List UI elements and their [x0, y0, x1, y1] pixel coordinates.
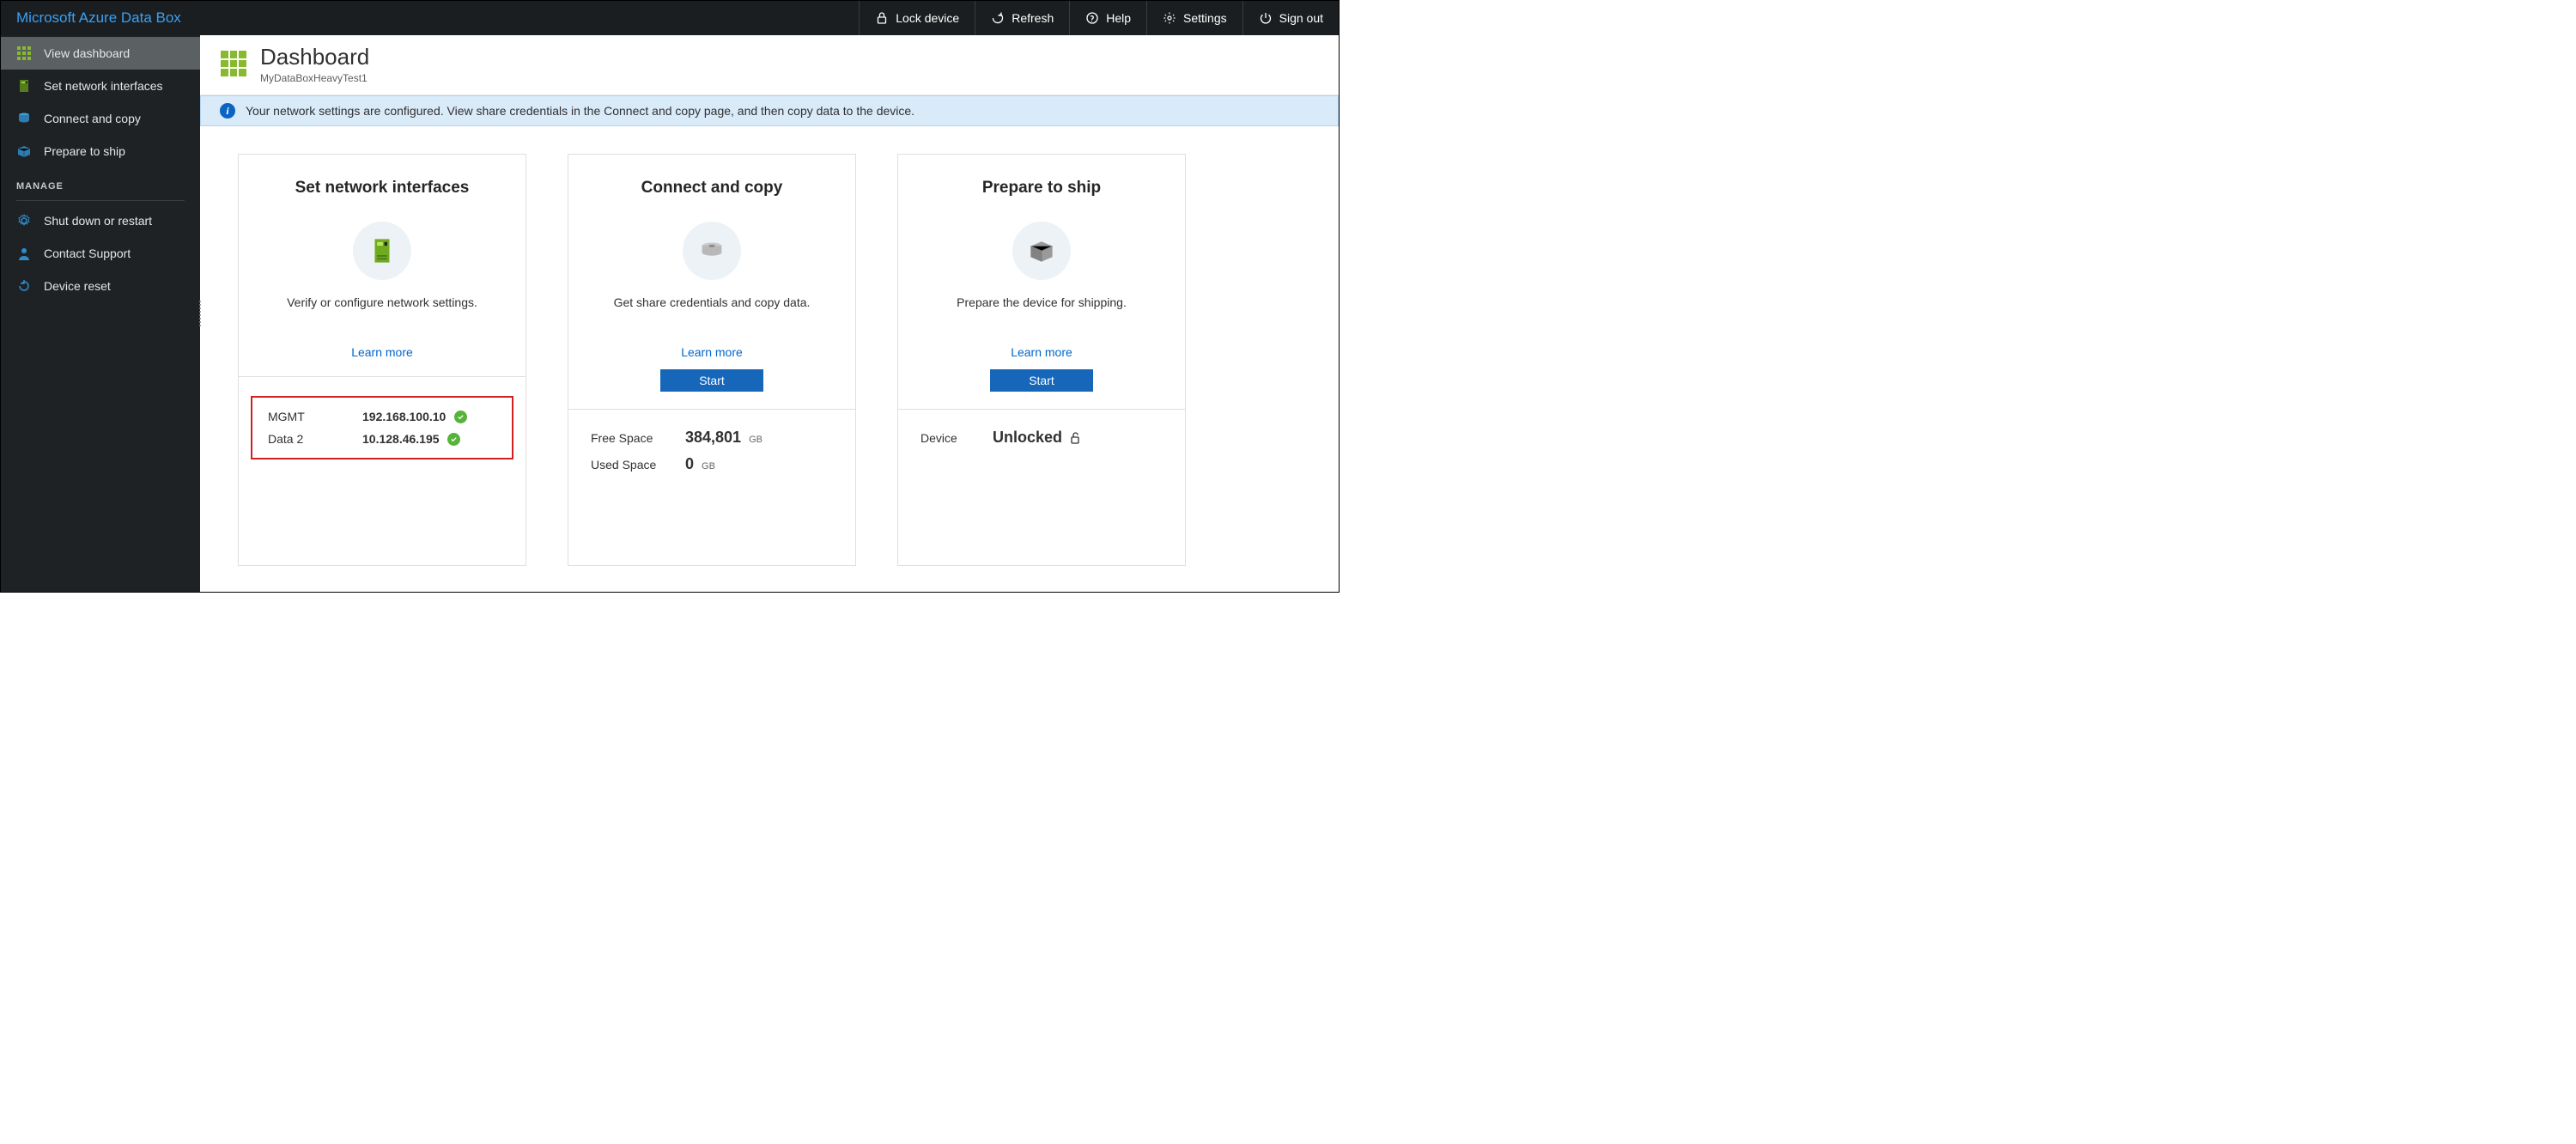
- lock-icon: [875, 11, 889, 25]
- sidebar: View dashboard Set network interfaces Co…: [1, 35, 200, 592]
- topbar: Microsoft Azure Data Box Lock device Ref…: [1, 1, 1339, 35]
- support-icon: [16, 246, 32, 261]
- package-icon: [16, 143, 32, 159]
- dashboard-icon: [221, 51, 246, 76]
- refresh-label: Refresh: [1012, 11, 1054, 25]
- network-row: Data 2 10.128.46.195: [268, 432, 496, 446]
- help-label: Help: [1106, 11, 1131, 25]
- learn-more-link[interactable]: Learn more: [1011, 345, 1072, 359]
- sidebar-item-label: View dashboard: [44, 46, 130, 60]
- check-icon: [447, 433, 460, 446]
- net-label: Data 2: [268, 432, 342, 446]
- dashboard-icon: [16, 46, 32, 61]
- signout-label: Sign out: [1279, 11, 1323, 25]
- card-desc: Verify or configure network settings.: [287, 295, 477, 309]
- space-unit: GB: [749, 435, 762, 445]
- signout-button[interactable]: Sign out: [1242, 1, 1339, 35]
- start-button[interactable]: Start: [660, 369, 763, 392]
- space-value: 384,801: [685, 429, 741, 446]
- device-label: Device: [920, 431, 972, 445]
- space-label: Free Space: [591, 431, 665, 445]
- content: Dashboard MyDataBoxHeavyTest1 i Your net…: [200, 35, 1339, 592]
- card-ship: Prepare to ship Prepare the device for s…: [897, 154, 1186, 566]
- sidebar-item-shutdown[interactable]: Shut down or restart: [1, 204, 200, 237]
- network-row: MGMT 192.168.100.10: [268, 410, 496, 423]
- card-network: Set network interfaces Verify or configu…: [238, 154, 526, 566]
- sidebar-item-label: Prepare to ship: [44, 144, 125, 158]
- device-status: Unlocked: [993, 429, 1062, 447]
- sidebar-item-network[interactable]: Set network interfaces: [1, 70, 200, 102]
- refresh-icon: [991, 11, 1005, 25]
- card-title: Set network interfaces: [295, 179, 470, 198]
- sidebar-item-connect[interactable]: Connect and copy: [1, 102, 200, 135]
- card-title: Prepare to ship: [982, 179, 1101, 198]
- page-subtitle: MyDataBoxHeavyTest1: [260, 72, 369, 84]
- help-icon: [1085, 11, 1099, 25]
- refresh-button[interactable]: Refresh: [975, 1, 1069, 35]
- disk-icon: [16, 111, 32, 126]
- disk-card-icon: [683, 222, 741, 280]
- sidebar-item-ship[interactable]: Prepare to ship: [1, 135, 200, 167]
- brand-title: Microsoft Azure Data Box: [1, 1, 197, 35]
- sidebar-item-label: Set network interfaces: [44, 79, 163, 93]
- sidebar-item-label: Device reset: [44, 279, 111, 293]
- card-desc: Get share credentials and copy data.: [614, 295, 811, 309]
- sidebar-item-dashboard[interactable]: View dashboard: [1, 37, 200, 70]
- sidebar-section-manage: MANAGE: [1, 167, 200, 198]
- power-icon: [1259, 11, 1273, 25]
- learn-more-link[interactable]: Learn more: [681, 345, 743, 359]
- learn-more-link[interactable]: Learn more: [351, 345, 413, 359]
- card-connect: Connect and copy Get share credentials a…: [568, 154, 856, 566]
- resize-handle[interactable]: [199, 297, 201, 330]
- settings-label: Settings: [1183, 11, 1227, 25]
- lock-device-label: Lock device: [896, 11, 959, 25]
- gear-icon: [1163, 11, 1176, 25]
- device-row: Device Unlocked: [920, 429, 1163, 447]
- net-value: 192.168.100.10: [362, 410, 446, 423]
- space-label: Used Space: [591, 458, 665, 472]
- net-value: 10.128.46.195: [362, 432, 440, 446]
- reset-icon: [16, 278, 32, 294]
- card-title: Connect and copy: [641, 179, 783, 198]
- divider: [16, 200, 185, 201]
- space-row: Used Space 0 GB: [591, 455, 833, 473]
- page-title: Dashboard: [260, 44, 369, 70]
- sidebar-item-reset[interactable]: Device reset: [1, 270, 200, 302]
- help-button[interactable]: Help: [1069, 1, 1146, 35]
- network-icon: [16, 78, 32, 94]
- info-icon: i: [220, 103, 235, 119]
- space-unit: GB: [702, 461, 715, 472]
- page-header: Dashboard MyDataBoxHeavyTest1: [200, 35, 1339, 94]
- settings-button[interactable]: Settings: [1146, 1, 1242, 35]
- info-banner: i Your network settings are configured. …: [200, 95, 1339, 126]
- check-icon: [454, 411, 467, 423]
- space-value: 0: [685, 455, 694, 472]
- net-label: MGMT: [268, 410, 342, 423]
- lock-device-button[interactable]: Lock device: [859, 1, 975, 35]
- network-card-icon: [353, 222, 411, 280]
- sidebar-item-label: Contact Support: [44, 246, 131, 260]
- sidebar-item-label: Shut down or restart: [44, 214, 152, 228]
- network-details-highlight: MGMT 192.168.100.10 Data 2 10.128.46.195: [251, 396, 513, 459]
- space-row: Free Space 384,801 GB: [591, 429, 833, 447]
- sidebar-item-support[interactable]: Contact Support: [1, 237, 200, 270]
- card-row: Set network interfaces Verify or configu…: [200, 126, 1339, 592]
- gear-icon: [16, 213, 32, 228]
- start-button[interactable]: Start: [990, 369, 1093, 392]
- unlock-icon: [1069, 431, 1083, 445]
- package-card-icon: [1012, 222, 1071, 280]
- sidebar-item-label: Connect and copy: [44, 112, 141, 125]
- card-desc: Prepare the device for shipping.: [957, 295, 1127, 309]
- banner-text: Your network settings are configured. Vi…: [246, 104, 914, 118]
